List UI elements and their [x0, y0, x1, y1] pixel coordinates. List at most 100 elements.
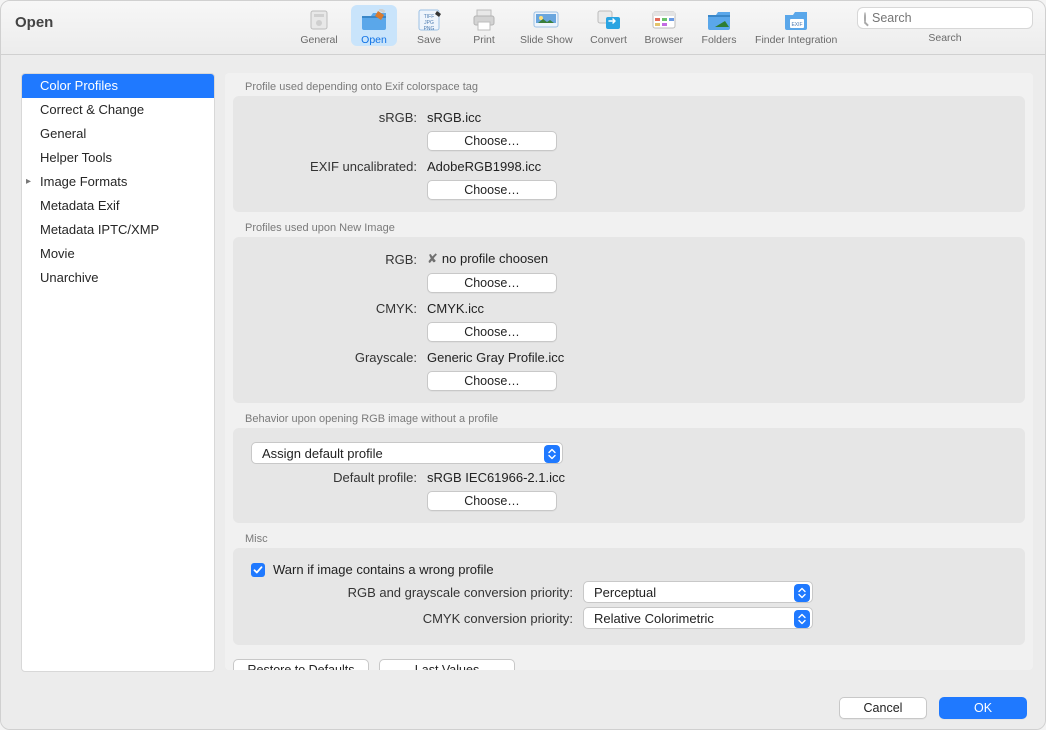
search-area: Search	[857, 7, 1033, 44]
convert-icon	[594, 7, 624, 33]
toolbar-label: Save	[417, 34, 441, 46]
window-title: Open	[15, 14, 53, 31]
svg-text:EXIF: EXIF	[792, 22, 803, 28]
finder-icon: EXIF	[781, 7, 811, 33]
toolbar: Open General Open TIFFJPGPNGSave Print Slide…	[1, 1, 1045, 55]
toolbar-label: Folders	[702, 34, 737, 46]
preferences-window: Open General Open TIFFJPGPNGSave Print Slide…	[0, 0, 1046, 730]
rgb-label: RGB:	[247, 252, 427, 267]
sidebar-item-image-formats[interactable]: ▸ Image Formats	[22, 170, 214, 194]
behavior-popup-value: Assign default profile	[262, 446, 383, 461]
sidebar-item-label: Unarchive	[40, 270, 99, 285]
toolbar-label: Browser	[645, 34, 684, 46]
footer: Cancel OK	[1, 687, 1045, 729]
chevron-updown-icon	[794, 584, 810, 602]
sidebar-item-correct-change[interactable]: Correct & Change	[22, 98, 214, 122]
sidebar-item-metadata-iptc-xmp[interactable]: Metadata IPTC/XMP	[22, 218, 214, 242]
sidebar-item-label: General	[40, 126, 86, 141]
toolbar-finder[interactable]: EXIF Finder Integration	[751, 5, 841, 46]
warn-checkbox[interactable]	[251, 563, 265, 577]
search-label: Search	[857, 32, 1033, 44]
slideshow-icon	[531, 7, 561, 33]
grayscale-label: Grayscale:	[247, 350, 427, 365]
srgb-value: sRGB.icc	[427, 110, 481, 125]
warn-label: Warn if image contains a wrong profile	[273, 562, 494, 577]
toolbar-label: Finder Integration	[755, 34, 837, 46]
toolbar-print[interactable]: Print	[461, 5, 507, 46]
search-field[interactable]	[857, 7, 1033, 29]
rgb-priority-value: Perceptual	[594, 585, 656, 600]
sidebar: Color Profiles Correct & Change General Hel…	[21, 73, 215, 672]
sidebar-item-label: Helper Tools	[40, 150, 112, 165]
section-title: Misc	[245, 533, 1025, 545]
browser-icon	[649, 7, 679, 33]
section-misc: Misc Warn if image contains a wrong prof…	[233, 533, 1025, 645]
last-values-button[interactable]: Last Values	[379, 659, 515, 670]
restore-defaults-button[interactable]: Restore to Defaults	[233, 659, 369, 670]
chevron-right-icon: ▸	[26, 172, 31, 192]
chevron-updown-icon	[544, 445, 560, 463]
section-title: Behavior upon opening RGB image without …	[245, 413, 1025, 425]
search-icon	[864, 12, 866, 24]
toolbar-label: Print	[473, 34, 495, 46]
choose-cmyk-button[interactable]: Choose…	[427, 322, 557, 342]
sidebar-item-label: Metadata Exif	[40, 198, 120, 213]
content-pane: Profile used depending onto Exif colorsp…	[225, 73, 1033, 670]
rgb-priority-popup[interactable]: Perceptual	[583, 581, 813, 603]
open-icon	[359, 7, 389, 33]
rgb-priority-label: RGB and grayscale conversion priority:	[247, 585, 583, 600]
toolbar-save[interactable]: TIFFJPGPNGSave	[406, 5, 452, 46]
section-behavior-no-profile: Behavior upon opening RGB image without …	[233, 413, 1025, 523]
section-title: Profile used depending onto Exif colorsp…	[245, 81, 1025, 93]
cmyk-priority-value: Relative Colorimetric	[594, 611, 714, 626]
toolbar-browser[interactable]: Browser	[641, 5, 688, 46]
toolbar-label: Convert	[590, 34, 627, 46]
toolbar-convert[interactable]: Convert	[586, 5, 632, 46]
behavior-popup[interactable]: Assign default profile	[251, 442, 563, 464]
toolbar-label: General	[300, 34, 337, 46]
default-profile-label: Default profile:	[247, 470, 427, 485]
section-title: Profiles used upon New Image	[245, 222, 1025, 234]
sidebar-item-helper-tools[interactable]: Helper Tools	[22, 146, 214, 170]
sidebar-item-label: Color Profiles	[40, 78, 118, 93]
cmyk-priority-label: CMYK conversion priority:	[247, 611, 583, 626]
sidebar-item-metadata-exif[interactable]: Metadata Exif	[22, 194, 214, 218]
exif-uncal-value: AdobeRGB1998.icc	[427, 159, 541, 174]
srgb-label: sRGB:	[247, 110, 427, 125]
sidebar-item-unarchive[interactable]: Unarchive	[22, 266, 214, 290]
grayscale-value: Generic Gray Profile.icc	[427, 350, 564, 365]
folders-icon	[704, 7, 734, 33]
print-icon	[469, 7, 499, 33]
choose-exif-uncal-button[interactable]: Choose…	[427, 180, 557, 200]
toolbar-label: Open	[361, 34, 387, 46]
sidebar-item-movie[interactable]: Movie	[22, 242, 214, 266]
section-new-image-profiles: Profiles used upon New Image RGB: ✘no pr…	[233, 222, 1025, 403]
sidebar-item-general[interactable]: General	[22, 122, 214, 146]
sidebar-item-label: Image Formats	[40, 174, 127, 189]
sidebar-item-label: Metadata IPTC/XMP	[40, 222, 159, 237]
toolbar-general[interactable]: General	[296, 5, 342, 46]
toolbar-slideshow[interactable]: Slide Show	[516, 5, 577, 46]
choose-grayscale-button[interactable]: Choose…	[427, 371, 557, 391]
ok-button[interactable]: OK	[939, 697, 1027, 719]
cmyk-value: CMYK.icc	[427, 301, 484, 316]
chevron-updown-icon	[794, 610, 810, 628]
bottom-buttons: Restore to Defaults Last Values	[233, 659, 1025, 670]
choose-rgb-button[interactable]: Choose…	[427, 273, 557, 293]
choose-default-profile-button[interactable]: Choose…	[427, 491, 557, 511]
toolbar-label: Slide Show	[520, 34, 573, 46]
toolbar-open[interactable]: Open	[351, 5, 397, 46]
cancel-button[interactable]: Cancel	[839, 697, 927, 719]
cmyk-label: CMYK:	[247, 301, 427, 316]
choose-srgb-button[interactable]: Choose…	[427, 131, 557, 151]
save-icon: TIFFJPGPNG	[414, 7, 444, 33]
rgb-value: ✘no profile choosen	[427, 251, 548, 267]
search-input[interactable]	[870, 10, 1035, 26]
toolbar-folders[interactable]: Folders	[696, 5, 742, 46]
sidebar-item-color-profiles[interactable]: Color Profiles	[22, 74, 214, 98]
section-exif-profiles: Profile used depending onto Exif colorsp…	[233, 81, 1025, 212]
sidebar-item-label: Correct & Change	[40, 102, 144, 117]
svg-text:PNG: PNG	[424, 26, 435, 31]
cmyk-priority-popup[interactable]: Relative Colorimetric	[583, 607, 813, 629]
sidebar-item-label: Movie	[40, 246, 75, 261]
